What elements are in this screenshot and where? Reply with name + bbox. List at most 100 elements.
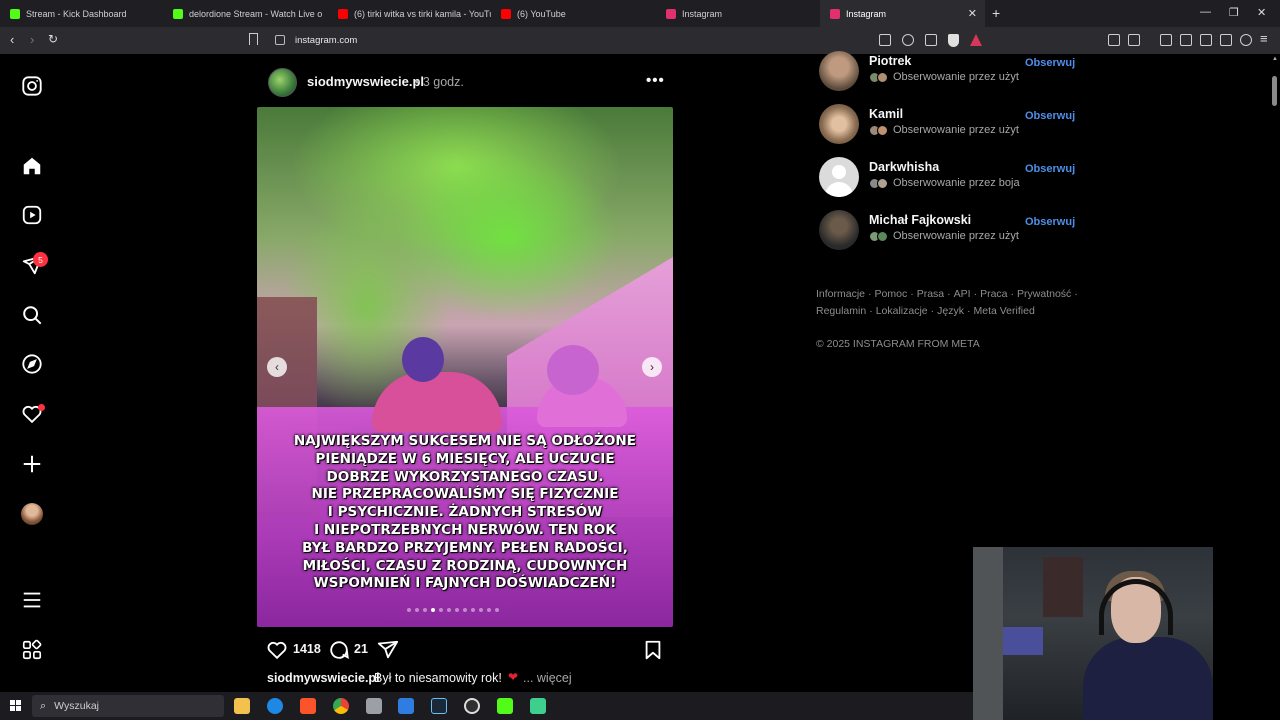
profile-icon[interactable]: [21, 503, 43, 525]
scroll-up-icon[interactable]: ▲: [1272, 56, 1278, 62]
notification-dot: [38, 404, 45, 411]
suggestion-avatar[interactable]: [819, 104, 859, 144]
default-avatar-icon[interactable]: [819, 157, 859, 197]
tab-kick-stream[interactable]: delordione Stream - Watch Live o: [163, 0, 328, 27]
explore-icon[interactable]: [21, 353, 43, 375]
like-icon[interactable]: [266, 639, 288, 661]
kick-icon[interactable]: [497, 698, 513, 714]
threads-icon[interactable]: [21, 639, 43, 661]
bookmark-icon[interactable]: [249, 33, 258, 45]
search-icon: ⌕: [40, 699, 47, 712]
suggestion-name[interactable]: Michał Fajkowski: [869, 213, 971, 227]
youtube-favicon-icon: [501, 8, 511, 19]
instagram-favicon-icon: [830, 8, 840, 19]
suggestion-subtitle: Obserwowanie przez użyt: [893, 71, 1019, 83]
suggestion-name[interactable]: Piotrek: [869, 54, 911, 68]
follow-button[interactable]: Obserwuj: [1025, 110, 1075, 122]
share-icon[interactable]: [377, 639, 399, 661]
store-icon[interactable]: [398, 698, 414, 714]
windows-start-icon[interactable]: [10, 700, 22, 712]
webcam-monitor: [1003, 627, 1043, 655]
vpn-icon[interactable]: [1240, 34, 1252, 46]
instagram-favicon-icon: [666, 8, 676, 19]
footer-link[interactable]: Meta Verified: [974, 305, 1035, 317]
footer-link[interactable]: Informacje: [816, 288, 865, 300]
footer-link[interactable]: Język: [937, 305, 964, 317]
obs-icon[interactable]: [464, 698, 480, 714]
post-author-avatar[interactable]: [268, 68, 297, 97]
wallet-icon[interactable]: [1200, 34, 1212, 46]
tab-youtube-video[interactable]: (6) tirki witka vs tirki kamila - YouTub: [328, 0, 491, 27]
sidebar-toggle-icon[interactable]: [1180, 34, 1192, 46]
tab-youtube[interactable]: (6) YouTube: [491, 0, 656, 27]
more-icon[interactable]: [21, 589, 43, 611]
streamer-app-icon[interactable]: [530, 698, 546, 714]
carousel-prev-button[interactable]: ‹: [267, 357, 287, 377]
follow-button[interactable]: Obserwuj: [1025, 57, 1075, 69]
footer-link[interactable]: Prasa: [917, 288, 944, 300]
search-icon[interactable]: [21, 304, 43, 326]
suggestion-avatar[interactable]: [819, 210, 859, 250]
follow-button[interactable]: Obserwuj: [1025, 216, 1075, 228]
carousel-next-button[interactable]: ›: [642, 357, 662, 377]
carousel-dot: [487, 608, 491, 612]
instagram-logo-icon[interactable]: [21, 75, 43, 97]
maximize-button[interactable]: ❐: [1229, 6, 1239, 19]
minimize-button[interactable]: —: [1200, 6, 1211, 18]
page-scrollbar[interactable]: ▲: [1270, 54, 1280, 692]
taskbar-search-input[interactable]: ⌕ Wyszukaj: [32, 695, 224, 717]
close-tab-icon[interactable]: ✕: [968, 7, 977, 20]
new-tab-button[interactable]: +: [992, 5, 1000, 21]
edge-icon[interactable]: [267, 698, 283, 714]
footer-link[interactable]: Regulamin: [816, 305, 866, 317]
follow-button[interactable]: Obserwuj: [1025, 163, 1075, 175]
forward-arrow-icon[interactable]: ›: [30, 32, 34, 47]
webcam-overlay: [973, 547, 1213, 720]
footer-link[interactable]: Lokalizacje: [876, 305, 928, 317]
caption-more-link[interactable]: ... więcej: [523, 671, 572, 685]
chrome-icon[interactable]: [333, 698, 349, 714]
close-window-button[interactable]: ✕: [1257, 6, 1266, 19]
leo-ai-icon[interactable]: [1220, 34, 1232, 46]
tab-kick-dashboard[interactable]: Stream - Kick Dashboard: [0, 0, 163, 27]
suggestion-name[interactable]: Kamil: [869, 107, 903, 121]
scrollbar-thumb[interactable]: [1272, 76, 1277, 106]
brave-icon[interactable]: [300, 698, 316, 714]
file-explorer-icon[interactable]: [234, 698, 250, 714]
post-options-button[interactable]: •••: [646, 72, 665, 89]
app-icon[interactable]: [366, 698, 382, 714]
screenshot-icon[interactable]: [1128, 34, 1140, 46]
reload-icon[interactable]: ↻: [48, 32, 58, 46]
comment-icon[interactable]: [328, 639, 350, 661]
home-icon[interactable]: [21, 155, 43, 177]
footer-link[interactable]: Praca: [980, 288, 1007, 300]
brave-rewards-icon[interactable]: [970, 34, 982, 46]
post-username[interactable]: siodmywswiecie.pl: [307, 74, 424, 89]
create-icon[interactable]: [21, 453, 43, 475]
copyright: © 2025 INSTAGRAM FROM META: [816, 338, 980, 350]
post-image[interactable]: NAJWIĘKSZYM SUKCESEM NIE SĄ ODŁOŻONE PIE…: [257, 107, 673, 627]
footer-link[interactable]: Prywatność: [1017, 288, 1071, 300]
zoom-icon[interactable]: [902, 34, 914, 46]
tab-label: Stream - Kick Dashboard: [26, 8, 127, 19]
reels-icon[interactable]: [21, 204, 43, 226]
like-count[interactable]: 1418: [293, 642, 321, 656]
cast-icon[interactable]: [879, 34, 891, 46]
tab-instagram-active[interactable]: Instagram ✕: [820, 0, 985, 27]
comment-count[interactable]: 21: [354, 642, 368, 656]
menu-icon[interactable]: ≡: [1260, 31, 1268, 46]
tab-instagram[interactable]: Instagram: [656, 0, 819, 27]
save-icon[interactable]: [642, 639, 664, 661]
back-arrow-icon[interactable]: ‹: [10, 32, 14, 47]
extensions-icon[interactable]: [1108, 34, 1120, 46]
media-icon[interactable]: [1160, 34, 1172, 46]
caption-username[interactable]: siodmywswiecie.pl: [267, 671, 380, 685]
steam-icon[interactable]: [431, 698, 447, 714]
site-info-icon[interactable]: [275, 35, 285, 45]
footer-link[interactable]: Pomoc: [875, 288, 908, 300]
brave-shield-icon[interactable]: [948, 34, 959, 47]
suggestion-name[interactable]: Darkwhisha: [869, 160, 939, 174]
footer-link[interactable]: API: [954, 288, 971, 300]
suggestion-avatar[interactable]: [819, 51, 859, 91]
share-icon[interactable]: [925, 34, 937, 46]
